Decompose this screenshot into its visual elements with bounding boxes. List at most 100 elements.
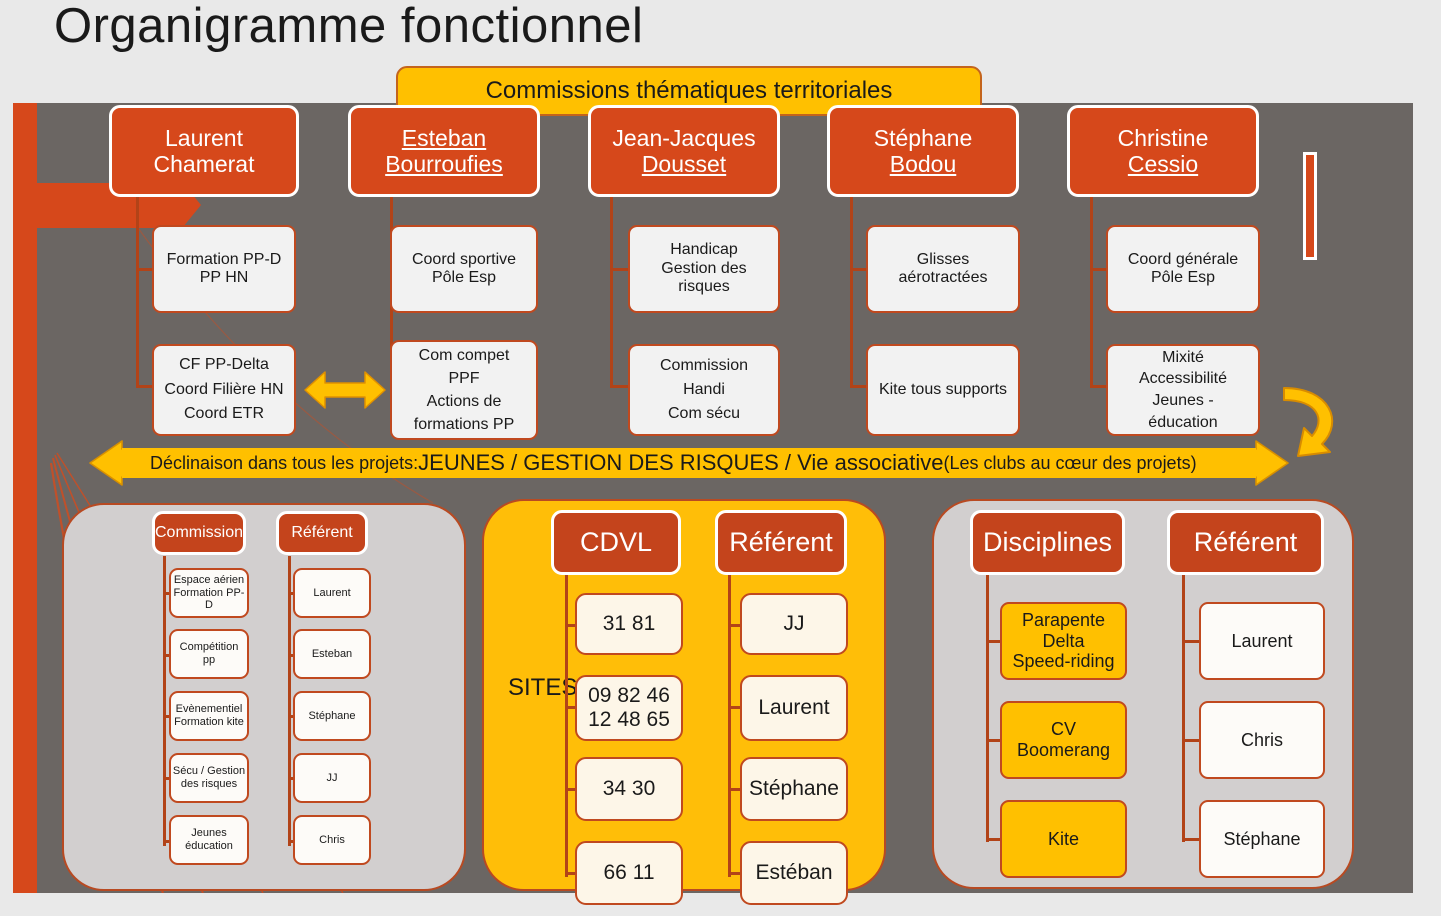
- cdvl-referent-label: Stéphane: [749, 776, 839, 800]
- header-referent-disciplines[interactable]: Référent: [1167, 510, 1324, 575]
- task-box-text: Coord sportive Pôle Esp: [411, 250, 517, 286]
- task-box-text: Formation PP-D PP HN: [166, 250, 282, 286]
- head-name-line2: Cessio: [1127, 151, 1199, 177]
- panel-commissions: [62, 503, 466, 891]
- head-name-line1: Christine: [1117, 124, 1209, 151]
- discipline-line: CV: [1050, 719, 1076, 740]
- connector-trunk-cdvl: [565, 572, 568, 877]
- head-box-laurent-chamerat[interactable]: Laurent Chamerat: [109, 105, 299, 197]
- connector-trunk-referent2: [728, 572, 731, 877]
- connector-stub-e0: [1182, 640, 1200, 643]
- cdvl-referent-label: Laurent: [758, 695, 830, 719]
- connector-stub-e1: [1182, 739, 1200, 742]
- task-box-text: Com compet PPF Actions de formations PP: [413, 346, 515, 434]
- task-box-commission-handi[interactable]: Commission Handi Com sécu: [628, 344, 780, 436]
- header-referent-cdvl[interactable]: Référent: [715, 510, 847, 575]
- task-box-kite-tous-supports[interactable]: Kite tous supports: [866, 344, 1020, 436]
- list-item-commission-0[interactable]: Espace aérien Formation PP- D: [169, 568, 249, 618]
- connector-stub-e2: [1182, 838, 1200, 841]
- list-item-line: Formation kite: [174, 716, 244, 728]
- list-item-line: Sécu / Gestion: [172, 765, 246, 778]
- list-item-label: JJ: [326, 771, 338, 784]
- discipline-0[interactable]: Parapente Delta Speed-riding: [1000, 602, 1127, 680]
- header-referent-commission[interactable]: Référent: [276, 511, 368, 555]
- list-item-line: D: [205, 599, 213, 612]
- list-item-label: Stéphane: [308, 709, 356, 722]
- list-item-commission-3[interactable]: Sécu / Gestion des risques: [169, 753, 249, 803]
- cdvl-value-0[interactable]: 31 81: [575, 593, 683, 655]
- discipline-referent-0[interactable]: Laurent: [1199, 602, 1325, 680]
- discipline-referent-2[interactable]: Stéphane: [1199, 800, 1325, 878]
- cdvl-referent-label: JJ: [783, 611, 805, 635]
- task-box-text: Coord générale Pôle Esp: [1127, 250, 1239, 286]
- discipline-2[interactable]: Kite: [1000, 800, 1127, 878]
- header-cdvl-label: CDVL: [579, 526, 653, 557]
- task-box-coord-generale[interactable]: Coord générale Pôle Esp: [1106, 225, 1260, 313]
- cdvl-value-label: 34 30: [602, 776, 656, 800]
- header-disciplines-label: Disciplines: [982, 526, 1113, 557]
- declinaison-suffix: (Les clubs au cœur des projets): [943, 452, 1197, 473]
- discipline-line: Kite: [1047, 828, 1080, 849]
- header-referent-label: Référent: [729, 526, 833, 557]
- discipline-1[interactable]: CV Boomerang: [1000, 701, 1127, 779]
- connector-trunk-3: [610, 196, 613, 386]
- head-name-line2: Bodou: [889, 151, 957, 177]
- task-box-glisses[interactable]: Glisses aérotractées: [866, 225, 1020, 313]
- discipline-referent-label: Laurent: [1231, 630, 1293, 651]
- cdvl-value-1[interactable]: 09 82 46 12 48 65: [575, 675, 683, 741]
- header-disciplines[interactable]: Disciplines: [970, 510, 1125, 575]
- cdvl-referent-2[interactable]: Stéphane: [740, 757, 848, 821]
- list-item-line: Evènementiel: [175, 703, 243, 716]
- header-cdvl[interactable]: CDVL: [551, 510, 681, 575]
- head-box-stephane-bodou[interactable]: Stéphane Bodou: [827, 105, 1019, 197]
- task-box-mixite-accessibilite[interactable]: Mixité Accessibilité Jeunes - éducation: [1106, 344, 1260, 436]
- head-box-esteban-bourroufies[interactable]: Esteban Bourroufies: [348, 105, 540, 197]
- cdvl-referent-3[interactable]: Estéban: [740, 841, 848, 905]
- header-commission-label: Commission: [155, 523, 244, 541]
- declinaison-highlight: JEUNES / GESTION DES RISQUES / Vie assoc…: [418, 450, 944, 475]
- list-item-label: Chris: [319, 833, 345, 846]
- list-item-line: Formation PP-: [173, 586, 245, 599]
- cdvl-value-line: 12 48 65: [588, 708, 670, 731]
- cdvl-value-3[interactable]: 66 11: [575, 841, 683, 905]
- list-item-commission-1[interactable]: Compétition pp: [169, 629, 249, 679]
- list-item-referent-1[interactable]: Esteban: [293, 629, 371, 679]
- list-item-commission-4[interactable]: Jeunes éducation: [169, 815, 249, 865]
- task-box-text: Mixité Accessibilité Jeunes - éducation: [1138, 348, 1228, 431]
- cdvl-value-line: 09 82 46: [588, 683, 670, 707]
- declinaison-banner[interactable]: Déclinaison dans tous les projets: JEUNE…: [88, 440, 1290, 486]
- cdvl-referent-0[interactable]: JJ: [740, 593, 848, 655]
- head-name-line1: Esteban: [401, 124, 487, 151]
- cdvl-referent-1[interactable]: Laurent: [740, 675, 848, 741]
- task-box-com-compet[interactable]: Com compet PPF Actions de formations PP: [390, 340, 538, 440]
- cdvl-value-label: 66 11: [603, 860, 655, 884]
- head-name-line2: Chamerat: [153, 151, 255, 177]
- list-item-referent-4[interactable]: Chris: [293, 815, 371, 865]
- head-name-line1: Stéphane: [873, 124, 973, 151]
- head-name-line1: Laurent: [164, 124, 243, 151]
- task-box-handicap[interactable]: Handicap Gestion des risques: [628, 225, 780, 313]
- task-box-text: CF PP-Delta Coord Filière HN Coord ETR: [164, 355, 284, 423]
- head-box-christine-cessio[interactable]: Christine Cessio: [1067, 105, 1259, 197]
- cdvl-value-2[interactable]: 34 30: [575, 757, 683, 821]
- right-vertical-marker: [1303, 152, 1317, 260]
- task-box-cf-pp-delta[interactable]: CF PP-Delta Coord Filière HN Coord ETR: [152, 344, 296, 436]
- connector-trunk-referent3: [1182, 572, 1185, 842]
- discipline-line: Parapente: [1021, 609, 1106, 630]
- slide-canvas: Organigramme fonctionnel Commissions thé…: [0, 0, 1441, 916]
- list-item-referent-3[interactable]: JJ: [293, 753, 371, 803]
- list-item-referent-2[interactable]: Stéphane: [293, 691, 371, 741]
- head-box-jean-jacques-dousset[interactable]: Jean-Jacques Dousset: [588, 105, 780, 197]
- connector-trunk-commission: [163, 556, 166, 846]
- discipline-referent-1[interactable]: Chris: [1199, 701, 1325, 779]
- task-box-formation-pp-d[interactable]: Formation PP-D PP HN: [152, 225, 296, 313]
- declinaison-prefix: Déclinaison dans tous les projets:: [150, 452, 419, 473]
- header-commission[interactable]: Commission: [152, 511, 246, 555]
- cdvl-referent-label: Estéban: [755, 860, 833, 884]
- list-item-line: Jeunes: [191, 827, 227, 840]
- list-item-referent-0[interactable]: Laurent: [293, 568, 371, 618]
- task-box-coord-sportive[interactable]: Coord sportive Pôle Esp: [390, 225, 538, 313]
- list-item-line: Espace aérien: [173, 574, 245, 587]
- list-item-commission-2[interactable]: Evènementiel Formation kite: [169, 691, 249, 741]
- declinaison-banner-text: Déclinaison dans tous les projets: JEUNE…: [122, 440, 1256, 486]
